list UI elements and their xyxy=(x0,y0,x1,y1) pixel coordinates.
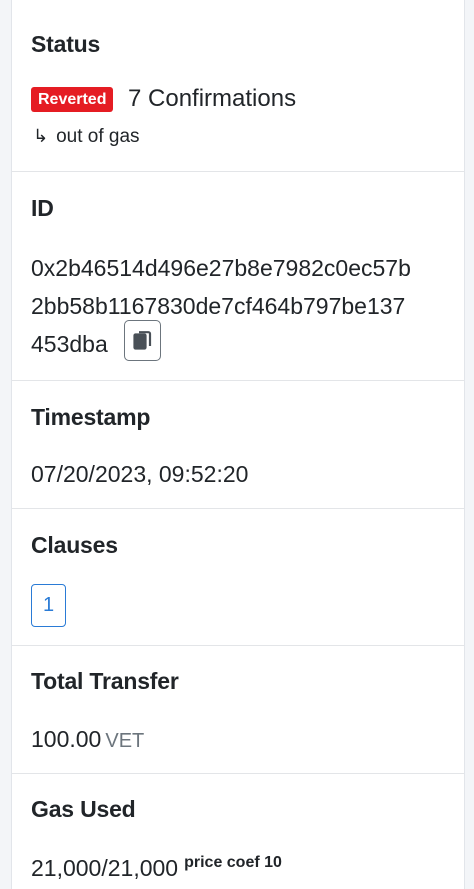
timestamp-value: 07/20/2023, 09:52:20 xyxy=(31,461,249,487)
gas-used-value: 21,000/21,000 price coef 10 xyxy=(31,854,282,882)
total-transfer-section: Total Transfer 100.00 VET xyxy=(12,646,464,774)
gas-used-section: Gas Used 21,000/21,000 price coef 10 xyxy=(12,774,464,889)
clauses-label: Clauses xyxy=(31,532,118,558)
total-transfer-label: Total Transfer xyxy=(31,668,179,694)
gas-used-amount: 21,000/21,000 xyxy=(31,855,179,881)
return-arrow-icon: ↳ xyxy=(33,126,49,147)
clauses-section: Clauses xyxy=(12,509,464,646)
id-label: ID xyxy=(31,195,54,221)
transfer-amount: 100.00 xyxy=(31,726,102,752)
copy-icon xyxy=(132,330,151,350)
revert-reason: ↳ out of gas xyxy=(33,126,140,148)
status-section: Status Reverted 7 Confirmations ↳ out of … xyxy=(12,0,464,172)
confirmations-count: 7 Confirmations xyxy=(128,85,297,112)
transfer-unit: VET xyxy=(105,730,145,752)
transaction-hash: 0x2b46514d496e27b8e7982c0ec57b 2bb58b116… xyxy=(31,249,451,363)
status-badge: Reverted xyxy=(31,87,114,112)
status-label: Status xyxy=(31,31,101,57)
timestamp-section: Timestamp 07/20/2023, 09:52:20 xyxy=(12,381,464,509)
transaction-hash-line-2: 2bb58b1167830de7cf464b797be137 xyxy=(31,293,406,319)
transaction-hash-line-1: 0x2b46514d496e27b8e7982c0ec57b xyxy=(31,255,411,281)
transaction-hash-line-3: 453dba xyxy=(31,331,108,357)
clause-count-button[interactable]: 1 xyxy=(31,584,66,627)
copy-button[interactable] xyxy=(124,320,161,361)
total-transfer-value: 100.00 VET xyxy=(31,726,144,753)
timestamp-label: Timestamp xyxy=(31,404,151,430)
price-coef: price coef 10 xyxy=(184,854,282,871)
revert-reason-text: out of gas xyxy=(56,126,140,147)
gas-used-label: Gas Used xyxy=(31,796,136,822)
transaction-details-card: Status Reverted 7 Confirmations ↳ out of … xyxy=(11,0,465,889)
